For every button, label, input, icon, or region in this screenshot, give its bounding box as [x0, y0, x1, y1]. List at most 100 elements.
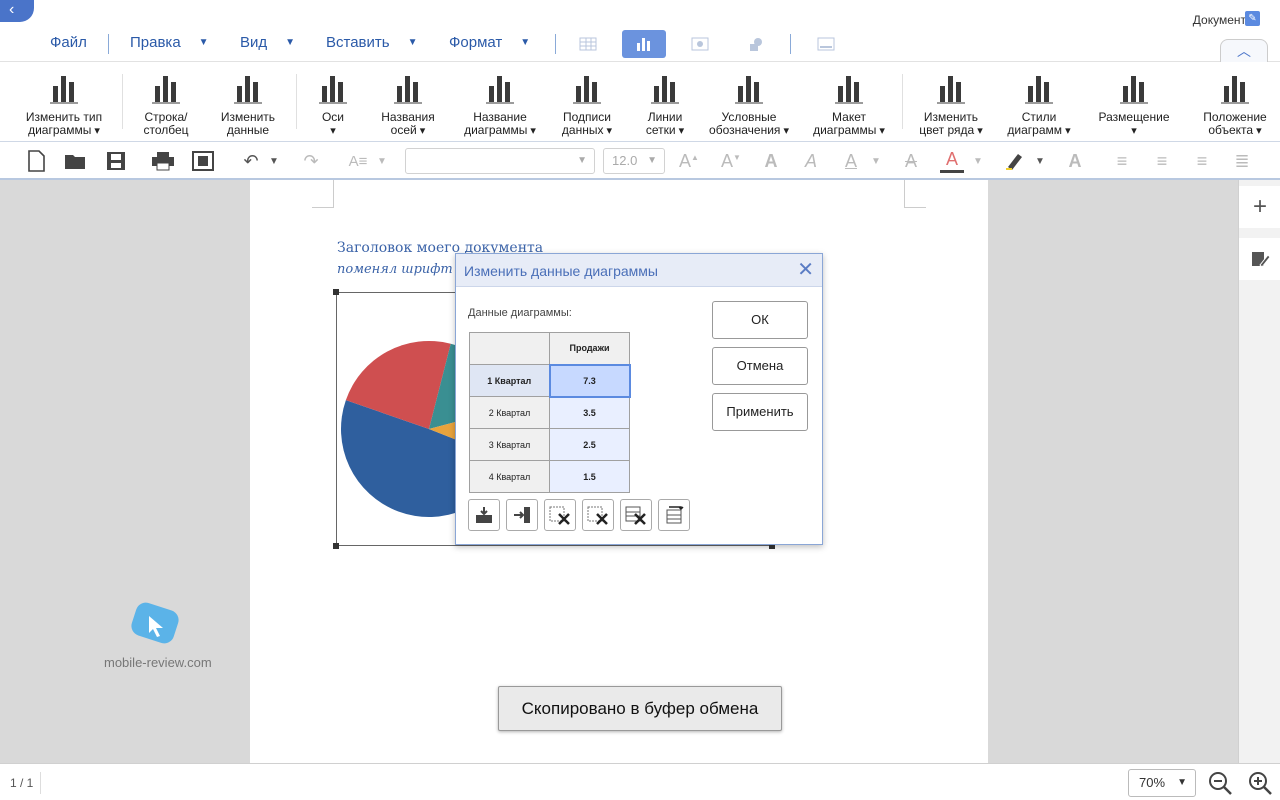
- text-style-dropdown[interactable]: ▼: [374, 149, 390, 173]
- resize-handle[interactable]: [333, 543, 339, 549]
- menu-insert[interactable]: Вставить ▼: [326, 34, 418, 51]
- edit-note-icon: [1252, 252, 1270, 268]
- text-effects-icon: A: [1068, 150, 1082, 171]
- page-layout-button[interactable]: [190, 149, 216, 173]
- row-header[interactable]: 4 Квартал: [469, 460, 550, 493]
- shape-mode-button[interactable]: [734, 30, 778, 58]
- ok-button[interactable]: ОК: [712, 301, 808, 339]
- column-header[interactable]: Продажи: [549, 332, 630, 365]
- ribbon-item-series-color[interactable]: Изменить цвет ряда ▾: [913, 70, 989, 138]
- ribbon-item-sublabel: обозначения ▾: [709, 123, 789, 138]
- align-left-button[interactable]: ≡: [1110, 149, 1134, 173]
- close-icon[interactable]: ✕: [797, 259, 814, 281]
- table-mode-button[interactable]: [566, 30, 610, 58]
- ribbon-item-wrap[interactable]: Размещение ▾: [1092, 70, 1176, 138]
- value-cell[interactable]: 3.5: [549, 396, 630, 429]
- font-color-dropdown[interactable]: ▼: [970, 149, 986, 173]
- row-header[interactable]: 2 Квартал: [469, 396, 550, 429]
- text-effects-button[interactable]: A: [1064, 149, 1086, 173]
- ribbon-item-axes[interactable]: Оси ▾: [303, 70, 363, 138]
- delete-row-button[interactable]: [544, 499, 576, 531]
- ribbon-item-sublabel: объекта ▾: [1208, 123, 1262, 138]
- value-cell[interactable]: 7.3: [548, 363, 631, 398]
- align-left-icon: ≡: [1116, 150, 1128, 171]
- document-subheading[interactable]: поменял шрифт: [337, 262, 453, 277]
- menu-divider: [790, 34, 791, 54]
- align-right-button[interactable]: ≡: [1190, 149, 1214, 173]
- zoom-in-icon: [1249, 772, 1272, 795]
- chevron-down-icon: ▼: [407, 37, 418, 48]
- undo-button[interactable]: ↶: [240, 149, 262, 173]
- annotate-button[interactable]: [1239, 238, 1280, 280]
- bar-chart-icon: [637, 38, 650, 51]
- increase-font-button[interactable]: A▲: [678, 149, 700, 173]
- redo-button[interactable]: ↷: [300, 149, 322, 173]
- chevron-down-icon: ▼: [647, 155, 657, 166]
- ribbon-item-edit-data[interactable]: Изменить данные: [213, 70, 283, 137]
- highlight-button[interactable]: [1002, 149, 1026, 173]
- undo-history-button[interactable]: ▼: [266, 149, 282, 173]
- insert-column-button[interactable]: [506, 499, 538, 531]
- text-style-button[interactable]: A≡: [346, 149, 370, 173]
- bold-button[interactable]: A: [760, 149, 782, 173]
- ribbon-item-sublabel: диаграммы ▾: [28, 123, 100, 138]
- menu-view[interactable]: Вид ▼: [240, 34, 295, 51]
- switch-row-column-button[interactable]: [658, 499, 690, 531]
- insert-row-button[interactable]: [468, 499, 500, 531]
- menu-file[interactable]: Файл: [50, 34, 87, 51]
- row-header[interactable]: 3 Квартал: [469, 428, 550, 461]
- apply-button[interactable]: Применить: [712, 393, 808, 431]
- ribbon-item-legend[interactable]: Условные обозначения ▾: [702, 70, 796, 138]
- ribbon-item-object-position[interactable]: Положение объекта ▾: [1195, 70, 1275, 138]
- save-button[interactable]: [104, 149, 128, 173]
- chevron-down-icon: ▾: [876, 125, 885, 137]
- chart-layout-icon: [806, 70, 892, 106]
- edit-data-icon: [213, 70, 283, 106]
- corner-cell[interactable]: [469, 332, 550, 365]
- ribbon-item-row-column[interactable]: Строка/столбец: [134, 70, 198, 137]
- font-color-button[interactable]: A: [940, 149, 964, 173]
- ribbon-item-chart-styles[interactable]: Стили диаграмм ▾: [1000, 70, 1078, 138]
- menu-edit[interactable]: Правка ▼: [130, 34, 209, 51]
- strikethrough-button[interactable]: A: [900, 149, 922, 173]
- resize-handle[interactable]: [333, 289, 339, 295]
- menu-bar: ‹ Файл Правка ▼ Вид ▼ Вставить ▼ Формат ▼ До…: [0, 0, 1280, 63]
- clear-data-button[interactable]: [620, 499, 652, 531]
- decrease-font-button[interactable]: A▼: [720, 149, 742, 173]
- align-center-button[interactable]: ≡: [1150, 149, 1174, 173]
- rename-document-button[interactable]: ✎: [1245, 11, 1260, 26]
- font-size-select[interactable]: 12.0 ▼: [603, 148, 665, 174]
- font-name-select[interactable]: ▼: [405, 148, 595, 174]
- cancel-button[interactable]: Отмена: [712, 347, 808, 385]
- underline-button[interactable]: A: [840, 149, 862, 173]
- highlight-dropdown[interactable]: ▼: [1032, 149, 1048, 173]
- ribbon-item-chart-title[interactable]: Название диаграммы ▾: [458, 70, 542, 138]
- chart-mode-button[interactable]: [622, 30, 666, 58]
- zoom-select[interactable]: 70% ▼: [1128, 769, 1196, 797]
- frame-mode-button[interactable]: [804, 30, 848, 58]
- ribbon-item-gridlines[interactable]: Линии сетки ▾: [635, 70, 695, 138]
- new-document-button[interactable]: [24, 149, 48, 173]
- ribbon-item-chart-type[interactable]: Изменить тип диаграммы ▾: [20, 70, 108, 138]
- zoom-in-button[interactable]: [1247, 770, 1273, 796]
- underline-dropdown[interactable]: ▼: [868, 149, 884, 173]
- zoom-out-button[interactable]: [1207, 770, 1233, 796]
- open-button[interactable]: [63, 149, 89, 173]
- chart-ribbon: Изменить тип диаграммы ▾ Строка/столбец Изм…: [0, 62, 1280, 142]
- menu-format[interactable]: Формат ▼: [449, 34, 530, 51]
- ribbon-item-chart-layout[interactable]: Макет диаграммы ▾: [806, 70, 892, 138]
- print-button[interactable]: [150, 149, 176, 173]
- ribbon-item-axis-titles[interactable]: Названия осей ▾: [372, 70, 444, 138]
- delete-column-button[interactable]: [582, 499, 614, 531]
- add-button[interactable]: +: [1239, 186, 1280, 228]
- justify-button[interactable]: ≣: [1230, 149, 1254, 173]
- chevron-down-icon: ▾: [603, 125, 613, 137]
- back-button[interactable]: ‹: [0, 0, 34, 22]
- row-header[interactable]: 1 Квартал: [469, 364, 550, 397]
- collapse-ribbon-button[interactable]: ︿: [1220, 39, 1268, 63]
- ribbon-item-data-labels[interactable]: Подписи данных ▾: [553, 70, 621, 138]
- value-cell[interactable]: 2.5: [549, 428, 630, 461]
- value-cell[interactable]: 1.5: [549, 460, 630, 493]
- italic-button[interactable]: A: [800, 149, 822, 173]
- image-mode-button[interactable]: [678, 30, 722, 58]
